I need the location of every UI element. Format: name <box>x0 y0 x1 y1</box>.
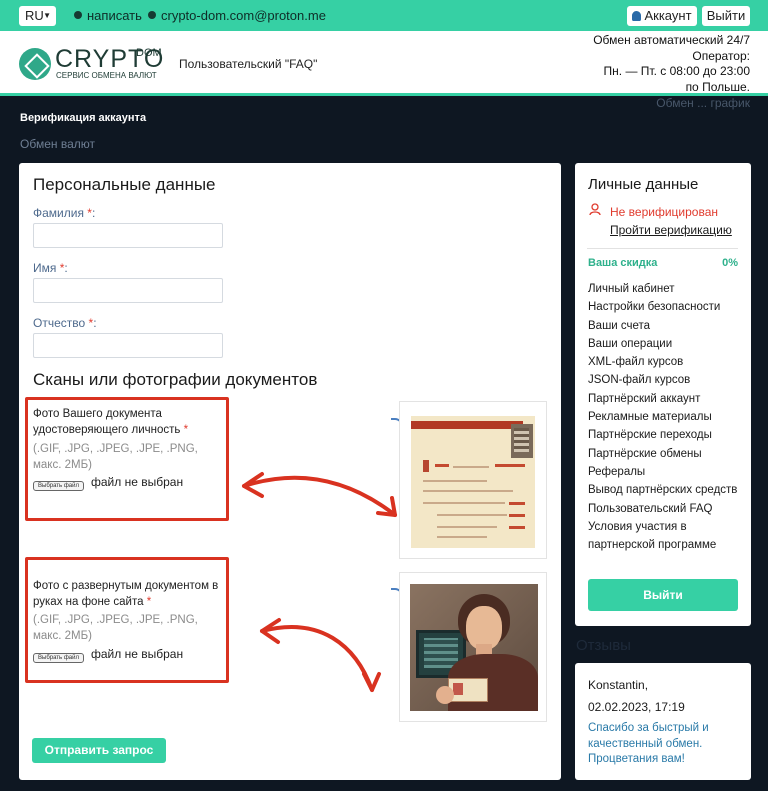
file-status: файл не выбран <box>91 475 184 489</box>
verification-form-panel: Персональные данные Фамилия *: Имя *: От… <box>19 163 561 780</box>
menu-item-security[interactable]: Настройки безопасности <box>588 298 748 316</box>
menu-item-operations[interactable]: Ваши операции <box>588 335 748 353</box>
menu-item-partner-exchanges[interactable]: Партнёрские обмены <box>588 445 748 463</box>
schedule-info: Обмен автоматический 24/7 Оператор: Пн. … <box>570 33 750 95</box>
menu-item-promo[interactable]: Рекламные материалы <box>588 408 748 426</box>
file-format-hint: (.GIF, .JPG, .JPEG, .JPE, .PNG, макс. 2М… <box>33 614 198 642</box>
review-date: 02.02.2023, 17:19 <box>588 700 685 714</box>
logo-icon <box>19 48 51 80</box>
file-status: файл не выбран <box>91 647 184 661</box>
menu-item-terms[interactable]: Условия участия в партнерской программе <box>588 518 748 555</box>
id-document-label: Фото Вашего документа удостоверяющего ли… <box>33 408 189 436</box>
scans-heading: Сканы или фотографии документов <box>33 370 318 389</box>
chat-icon <box>74 11 82 19</box>
name-label: Имя *: <box>33 261 68 275</box>
top-logout-button[interactable]: Выйти <box>702 6 750 26</box>
menu-item-partner-visits[interactable]: Партнёрские переходы <box>588 426 748 444</box>
menu-item-partner-account[interactable]: Партнёрский аккаунт <box>588 390 748 408</box>
sidebar-title: Личные данные <box>588 176 699 193</box>
id-document-preview <box>399 401 547 559</box>
menu-item-xml[interactable]: XML-файл курсов <box>588 353 748 371</box>
menu-item-faq[interactable]: Пользовательский FAQ <box>588 500 748 518</box>
patronymic-field[interactable] <box>33 333 223 358</box>
review-card: Konstantin, 02.02.2023, 17:19 Спасибо за… <box>575 663 751 780</box>
menu-item-referrals[interactable]: Рефералы <box>588 463 748 481</box>
schedule-line: Оператор: <box>692 48 750 63</box>
menu-item-payout[interactable]: Вывод партнёрских средств <box>588 481 748 499</box>
menu-item-json[interactable]: JSON-файл курсов <box>588 371 748 389</box>
language-select[interactable]: RU ▼ <box>19 6 56 26</box>
account-button-label: Аккаунт <box>644 8 692 23</box>
schedule-line: по Польше. <box>685 79 750 94</box>
schedule-line: Обмен автоматический 24/7 <box>593 33 750 47</box>
logout-button[interactable]: Выйти <box>588 579 738 611</box>
selfie-image <box>410 584 538 711</box>
selfie-preview <box>399 572 547 722</box>
verification-status: Не верифицирован <box>610 205 719 219</box>
menu-item-cabinet[interactable]: Личный кабинет <box>588 280 748 298</box>
go-verify-link[interactable]: Пройти верификацию <box>610 223 732 237</box>
chevron-down-icon: ▼ <box>43 11 51 20</box>
account-button[interactable]: Аккаунт <box>627 6 697 26</box>
user-warning-icon <box>589 203 601 216</box>
user-icon <box>632 11 642 21</box>
site-header: CRYPTO DOM СЕРВИС ОБМЕНА ВАЛЮТ Пользоват… <box>0 31 768 96</box>
choose-file-button[interactable]: Выбрать файл <box>33 653 84 663</box>
schedule-line: Пн. — Пт. с 08:00 до 23:00 <box>603 64 750 78</box>
schedule-overflow-text: Обмен ... график <box>656 96 750 110</box>
page-title: Верификация аккаунта <box>20 112 147 124</box>
write-link[interactable]: написать <box>87 8 142 23</box>
choose-file-button[interactable]: Выбрать файл <box>33 481 84 491</box>
menu-item-accounts[interactable]: Ваши счета <box>588 317 748 335</box>
selfie-document-label: Фото с развернутым документом в руках на… <box>33 580 219 608</box>
review-text[interactable]: Спасибо за быстрый и качественный обмен.… <box>588 721 743 768</box>
personal-data-heading: Персональные данные <box>33 175 216 194</box>
faq-link[interactable]: Пользовательский "FAQ" <box>179 57 317 71</box>
file-format-hint: (.GIF, .JPG, .JPEG, .JPE, .PNG, макс. 2М… <box>33 443 198 471</box>
language-value: RU <box>25 8 44 23</box>
submit-request-button[interactable]: Отправить запрос <box>32 738 166 763</box>
top-bar: RU ▼ написать crypto-dom.com@proton.me А… <box>0 0 768 31</box>
profile-sidebar: Личные данные Не верифицирован Пройти ве… <box>575 163 751 626</box>
surname-label: Фамилия *: <box>33 206 96 220</box>
discount-value: 0% <box>722 257 738 269</box>
account-menu: Личный кабинет Настройки безопасности Ва… <box>588 280 748 554</box>
patronymic-label: Отчество *: <box>33 316 97 330</box>
logo-tagline: СЕРВИС ОБМЕНА ВАЛЮТ <box>56 71 157 80</box>
logo-superscript: DOM <box>136 47 162 59</box>
discount-label: Ваша скидка <box>588 257 658 269</box>
mail-icon <box>148 11 156 19</box>
reviews-heading: Отзывы <box>576 637 631 654</box>
id-document-image <box>411 416 535 548</box>
divider <box>587 248 738 249</box>
name-field[interactable] <box>33 278 223 303</box>
surname-field[interactable] <box>33 223 223 248</box>
email-link[interactable]: crypto-dom.com@proton.me <box>161 8 326 23</box>
review-author: Konstantin, <box>588 678 649 692</box>
breadcrumb-link[interactable]: Обмен валют <box>20 137 95 151</box>
